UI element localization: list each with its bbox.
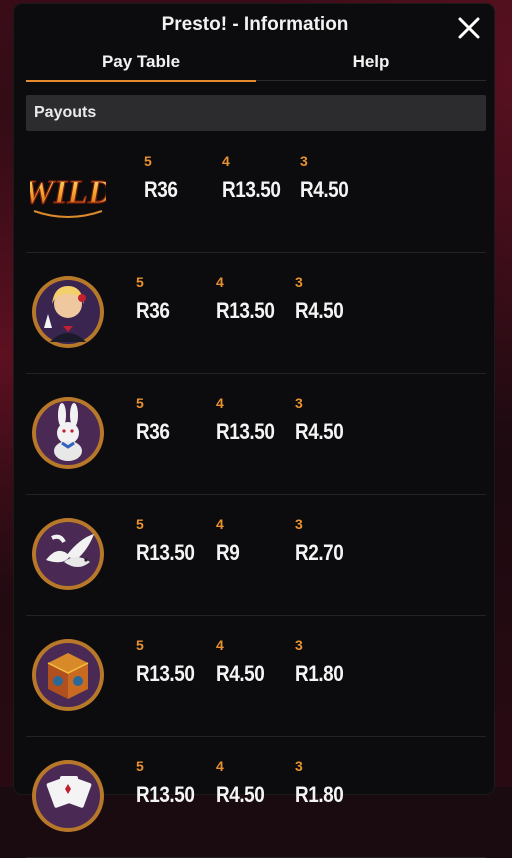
tab-help[interactable]: Help [256, 48, 486, 82]
tab-divider [256, 80, 486, 81]
payout-value: R4.50 [216, 782, 265, 807]
payout-value: R36 [144, 177, 178, 202]
payout-row-assistant: 5 4 3 R36 R13.50 R4.50 [26, 252, 486, 374]
payout-value: R4.50 [295, 298, 344, 323]
close-button[interactable] [455, 14, 483, 42]
count-label: 3 [295, 395, 303, 411]
payout-value: R4.50 [300, 177, 349, 202]
window-title: Presto! - Information [161, 14, 349, 35]
count-label: 4 [216, 637, 224, 653]
count-label: 3 [295, 637, 303, 653]
payout-row-rabbit: 5 4 3 R36 R13.50 R4.50 [26, 373, 486, 495]
count-label: 4 [222, 153, 230, 169]
payout-value: R13.50 [136, 661, 195, 686]
payout-value: R2.70 [295, 540, 344, 565]
payout-row-cards: 5 4 3 R13.50 R4.50 R1.80 [26, 736, 486, 858]
white-rabbit-icon [32, 397, 104, 469]
count-label: 5 [144, 153, 152, 169]
payout-value: R36 [136, 298, 170, 323]
payout-value: R13.50 [136, 540, 195, 565]
payout-value: R4.50 [216, 661, 265, 686]
magician-assistant-icon [32, 276, 104, 348]
payout-value: R13.50 [222, 177, 281, 202]
count-label: 3 [295, 516, 303, 532]
payout-value: R1.80 [295, 782, 344, 807]
count-label: 5 [136, 758, 144, 774]
payout-value: R13.50 [216, 419, 275, 444]
payout-value: R9 [216, 540, 240, 565]
count-label: 5 [136, 516, 144, 532]
payout-value: R13.50 [136, 782, 195, 807]
section-header-payouts: Payouts [26, 95, 486, 131]
active-tab-indicator [26, 80, 256, 82]
payout-value: R36 [136, 419, 170, 444]
wild-symbol-icon: WILD [30, 173, 106, 218]
playing-cards-icon [32, 760, 104, 832]
count-label: 3 [295, 758, 303, 774]
payout-value: R1.80 [295, 661, 344, 686]
count-label: 4 [216, 516, 224, 532]
count-label: 4 [216, 274, 224, 290]
count-label: 4 [216, 395, 224, 411]
count-label: 4 [216, 758, 224, 774]
count-label: 3 [300, 153, 308, 169]
count-label: 5 [136, 395, 144, 411]
count-label: 3 [295, 274, 303, 290]
tab-bar: Pay Table Help [26, 48, 486, 84]
payout-value: R4.50 [295, 419, 344, 444]
payout-row-magic-box: 5 4 3 R13.50 R4.50 R1.80 [26, 615, 486, 737]
payout-row-wild: WILD 5 4 3 R36 R13.50 R4.50 [26, 131, 486, 253]
count-label: 5 [136, 637, 144, 653]
payout-row-doves: 5 4 3 R13.50 R9 R2.70 [26, 494, 486, 616]
tab-pay-table[interactable]: Pay Table [26, 48, 256, 82]
magic-box-icon [32, 639, 104, 711]
svg-text:WILD: WILD [30, 174, 106, 211]
payout-value: R13.50 [216, 298, 275, 323]
white-doves-icon [32, 518, 104, 590]
close-icon [458, 17, 480, 39]
count-label: 5 [136, 274, 144, 290]
